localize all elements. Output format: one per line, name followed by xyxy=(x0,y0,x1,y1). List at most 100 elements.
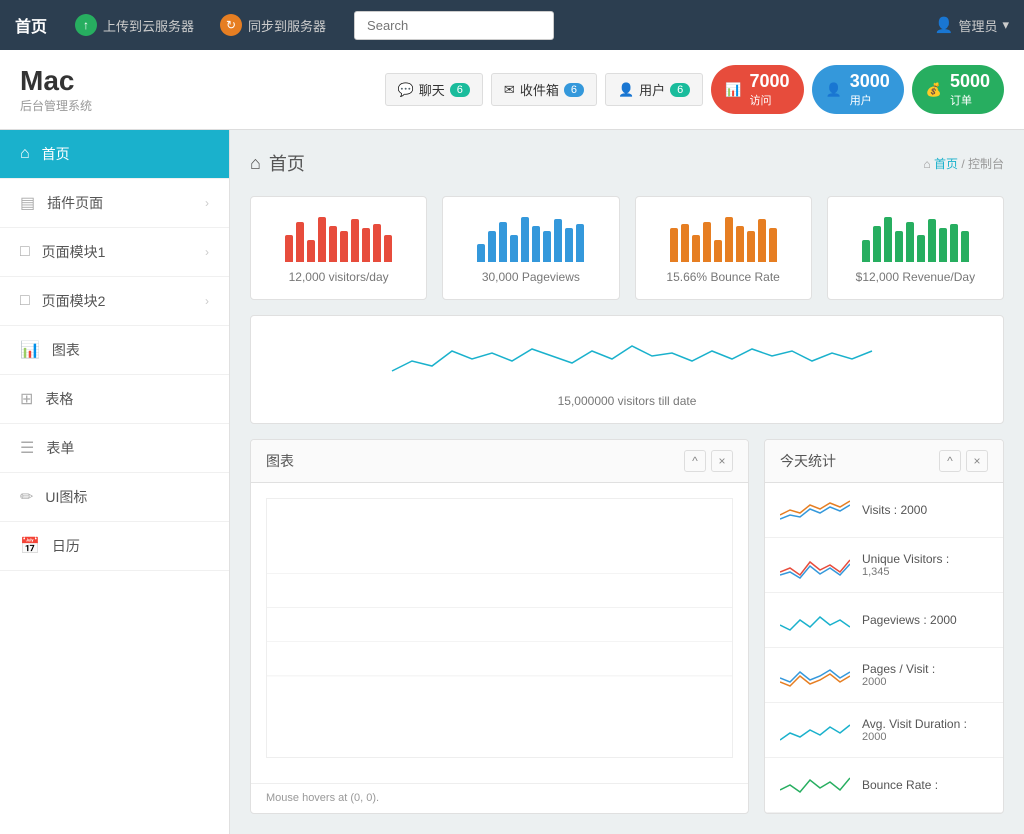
sparkline-card: 15,000000 visitors till date xyxy=(250,315,1004,424)
stats-panel-title: 今天统计 xyxy=(780,451,836,471)
sidebar-item-calendar[interactable]: 📅 日历 xyxy=(0,522,229,571)
forms-icon: ☰ xyxy=(20,438,34,458)
header-bar: Mac 后台管理系统 💬 聊天 6 ✉ 收件箱 6 👤 用户 6 📊 7000 … xyxy=(0,50,1024,130)
app-subtitle: 后台管理系统 xyxy=(20,97,92,114)
pageviews-label: 30,000 Pageviews xyxy=(458,270,603,284)
module1-icon: □ xyxy=(20,243,30,261)
stat-row-unique: Unique Visitors : 1,345 xyxy=(765,538,1003,593)
sidebar-item-tables[interactable]: ⊞ 表格 xyxy=(0,375,229,424)
sidebar-item-icons[interactable]: ✏ UI图标 xyxy=(0,473,229,522)
calendar-icon: 📅 xyxy=(20,536,40,556)
page-title: 首页 xyxy=(269,150,305,176)
pagesvisit-sparkline xyxy=(780,660,850,690)
visits-sparkline xyxy=(780,495,850,525)
stat-card-visitors: 12,000 visitors/day xyxy=(250,196,427,300)
chart-icon: 📊 xyxy=(725,82,741,98)
chevron-right-icon: › xyxy=(205,245,209,259)
stat-card-pageviews: 30,000 Pageviews xyxy=(442,196,619,300)
pageviews-chart xyxy=(458,212,603,262)
avgvisit-sparkline xyxy=(780,715,850,745)
search-box xyxy=(354,11,554,40)
visits-stat-text: Visits : 2000 xyxy=(862,503,927,517)
close-btn[interactable]: × xyxy=(711,450,733,472)
home-icon: ⌂ xyxy=(20,145,30,163)
charts-panel-header: 图表 ^ × xyxy=(251,440,748,483)
upload-icon: ↑ xyxy=(75,14,97,36)
stats-panel-controls: ^ × xyxy=(939,450,988,472)
sidebar-item-charts[interactable]: 📊 图表 xyxy=(0,326,229,375)
bounce-sparkline xyxy=(780,770,850,800)
inbox-count: 6 xyxy=(564,83,584,97)
stat-row-visits: Visits : 2000 xyxy=(765,483,1003,538)
pageviews-stat-text: Pageviews : 2000 xyxy=(862,613,957,627)
stats-panel: 今天统计 ^ × Visits : 2000 xyxy=(764,439,1004,814)
brand-link[interactable]: 首页 xyxy=(15,13,47,37)
app-title: Mac xyxy=(20,65,92,97)
money-icon: 💰 xyxy=(926,82,942,98)
main-layout: ⌂ 首页 ▤ 插件页面 › □ 页面模块1 › □ 页面模块2 › xyxy=(0,130,1024,834)
stat-row-pageviews: Pageviews : 2000 xyxy=(765,593,1003,648)
sidebar-item-forms[interactable]: ☰ 表单 xyxy=(0,424,229,473)
pageviews-sparkline xyxy=(780,605,850,635)
visitors-chart xyxy=(266,212,411,262)
chat-icon: 💬 xyxy=(398,82,414,98)
bounce-label: 15.66% Bounce Rate xyxy=(651,270,796,284)
charts-panel: 图表 ^ × xyxy=(250,439,749,814)
top-nav: 首页 ↑ 上传到云服务器 ↻ 同步到服务器 👤 管理员 ▾ xyxy=(0,0,1024,50)
inbox-badge[interactable]: ✉ 收件箱 6 xyxy=(491,73,597,106)
stats-close-btn[interactable]: × xyxy=(966,450,988,472)
avgvisit-stat-text: Avg. Visit Duration : 2000 xyxy=(862,717,967,743)
chart-footer: Mouse hovers at (0, 0). xyxy=(251,783,748,812)
sidebar-item-home[interactable]: ⌂ 首页 xyxy=(0,130,229,179)
panel-controls: ^ × xyxy=(684,450,733,472)
chevron-right-icon: › xyxy=(205,294,209,308)
sidebar-item-plugins[interactable]: ▤ 插件页面 › xyxy=(0,179,229,228)
home-icon-bc: ⌂ xyxy=(923,157,930,171)
upload-btn[interactable]: ↑ 上传到云服务器 xyxy=(67,9,202,41)
stat-row-pagesvisit: Pages / Visit : 2000 xyxy=(765,648,1003,703)
bounce-chart xyxy=(651,212,796,262)
home-icon-small: ⌂ xyxy=(250,153,261,174)
bounce-stat-text: Bounce Rate : xyxy=(862,778,938,792)
charts-icon: 📊 xyxy=(20,340,40,360)
chevron-down-icon: ▾ xyxy=(1002,17,1009,33)
unique-stat-text: Unique Visitors : 1,345 xyxy=(862,552,949,578)
search-input[interactable] xyxy=(354,11,554,40)
visits-pill: 📊 7000 访问 xyxy=(711,65,803,114)
unique-sparkline xyxy=(780,550,850,580)
main-content: ⌂ 首页 ⌂ 首页 / 控制台 12,000 visitors/day 30,0… xyxy=(230,130,1024,834)
header-brand: Mac 后台管理系统 xyxy=(20,65,92,114)
stat-row-bounce: Bounce Rate : xyxy=(765,758,1003,813)
users-count: 6 xyxy=(670,83,690,97)
pagesvisit-stat-text: Pages / Visit : 2000 xyxy=(862,662,935,688)
chart-canvas xyxy=(266,498,733,758)
icons-icon: ✏ xyxy=(20,487,33,507)
admin-menu[interactable]: 👤 管理员 ▾ xyxy=(935,16,1009,35)
stats-collapse-btn[interactable]: ^ xyxy=(939,450,961,472)
sparkline-chart xyxy=(266,331,988,386)
admin-icon: 👤 xyxy=(935,16,954,34)
collapse-btn[interactable]: ^ xyxy=(684,450,706,472)
sync-btn[interactable]: ↻ 同步到服务器 xyxy=(212,9,334,41)
orders-pill: 💰 5000 订单 xyxy=(912,65,1004,114)
charts-panel-title: 图表 xyxy=(266,451,294,471)
sidebar-item-modules1[interactable]: □ 页面模块1 › xyxy=(0,228,229,277)
sidebar-item-modules2[interactable]: □ 页面模块2 › xyxy=(0,277,229,326)
users-icon: 👤 xyxy=(618,82,634,98)
page-header: ⌂ 首页 ⌂ 首页 / 控制台 xyxy=(250,150,1004,176)
chat-badge[interactable]: 💬 聊天 6 xyxy=(385,73,483,106)
breadcrumb-home[interactable]: 首页 xyxy=(934,157,958,171)
stat-card-revenue: $12,000 Revenue/Day xyxy=(827,196,1004,300)
users-badge[interactable]: 👤 用户 6 xyxy=(605,73,703,106)
sidebar: ⌂ 首页 ▤ 插件页面 › □ 页面模块1 › □ 页面模块2 › xyxy=(0,130,230,834)
members-pill: 👤 3000 用户 xyxy=(812,65,904,114)
inbox-icon: ✉ xyxy=(504,82,515,98)
stat-card-bounce: 15.66% Bounce Rate xyxy=(635,196,812,300)
stat-row-avgvisit: Avg. Visit Duration : 2000 xyxy=(765,703,1003,758)
breadcrumb: ⌂ 首页 / 控制台 xyxy=(923,155,1004,172)
breadcrumb-current: 控制台 xyxy=(968,157,1004,171)
revenue-label: $12,000 Revenue/Day xyxy=(843,270,988,284)
tables-icon: ⊞ xyxy=(20,389,33,409)
chart-svg xyxy=(267,499,732,757)
lower-panels: 图表 ^ × xyxy=(250,439,1004,814)
